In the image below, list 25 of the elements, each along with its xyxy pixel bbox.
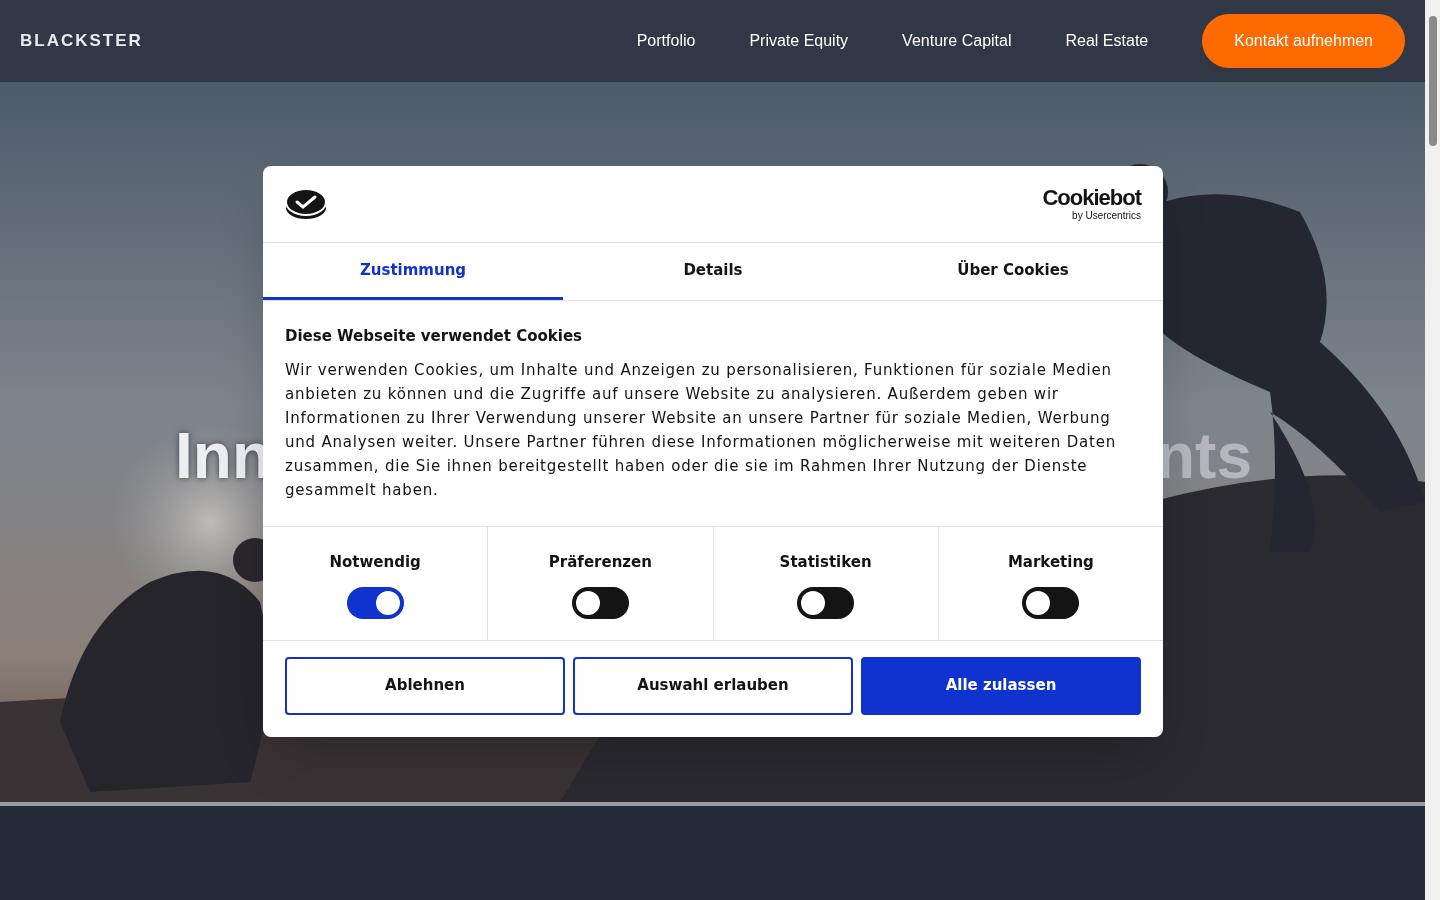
toggle-switch[interactable]: [797, 587, 855, 619]
toggle-switch[interactable]: [571, 587, 629, 619]
nav-link[interactable]: Private Equity: [749, 29, 849, 53]
toggle-switch[interactable]: [346, 587, 404, 619]
category-label: Notwendig: [329, 551, 421, 573]
category-label: Präferenzen: [548, 551, 652, 573]
dialog-tab[interactable]: Über Cookies: [863, 243, 1163, 300]
logo[interactable]: BLACKSTER: [20, 28, 143, 54]
dialog-text: Wir verwenden Cookies, um Inhalte und Anzeigen zu personalisieren, Funktionen für soziale Medien anbieten zu können und die Zugriffe auf unsere Website zu analysieren. Außerdem geben wir Informationen zu Ihrer Verwendung unserer Website an unsere Partner für soziale Medien, Werbung und Analysen weiter. Unsere Partner führen diese Informationen möglicherweise mit weiteren Daten zusammen, die Sie ihnen bereitgestellt haben oder die sie im Rahmen Ihrer Nutzung der Dienste gesammelt haben.: [285, 359, 1118, 501]
toggle-switch[interactable]: [1022, 587, 1080, 619]
cookiebot-logo: Cookiebot: [1042, 187, 1141, 209]
dialog-tab[interactable]: Zustimmung: [263, 243, 563, 300]
nav-link[interactable]: Venture Capital: [902, 29, 1012, 53]
consent-button[interactable]: Alle zulassen: [861, 656, 1141, 715]
consent-button[interactable]: Auswahl erlauben: [573, 656, 853, 715]
dialog-heading: Diese Webseite verwendet Cookies: [285, 326, 584, 347]
nav-link[interactable]: Portfolio: [636, 29, 696, 53]
nav-link[interactable]: Real Estate: [1065, 29, 1149, 53]
checkmark-disc-icon: [285, 188, 327, 220]
scrollbar[interactable]: [1425, 0, 1440, 900]
dialog-tab[interactable]: Details: [563, 243, 863, 300]
cookiebot-tagline: by Usercentrics: [1072, 211, 1141, 221]
consent-button[interactable]: Ablehnen: [285, 656, 565, 715]
category-label: Statistiken: [779, 551, 872, 573]
category-label: Marketing: [1007, 551, 1094, 573]
